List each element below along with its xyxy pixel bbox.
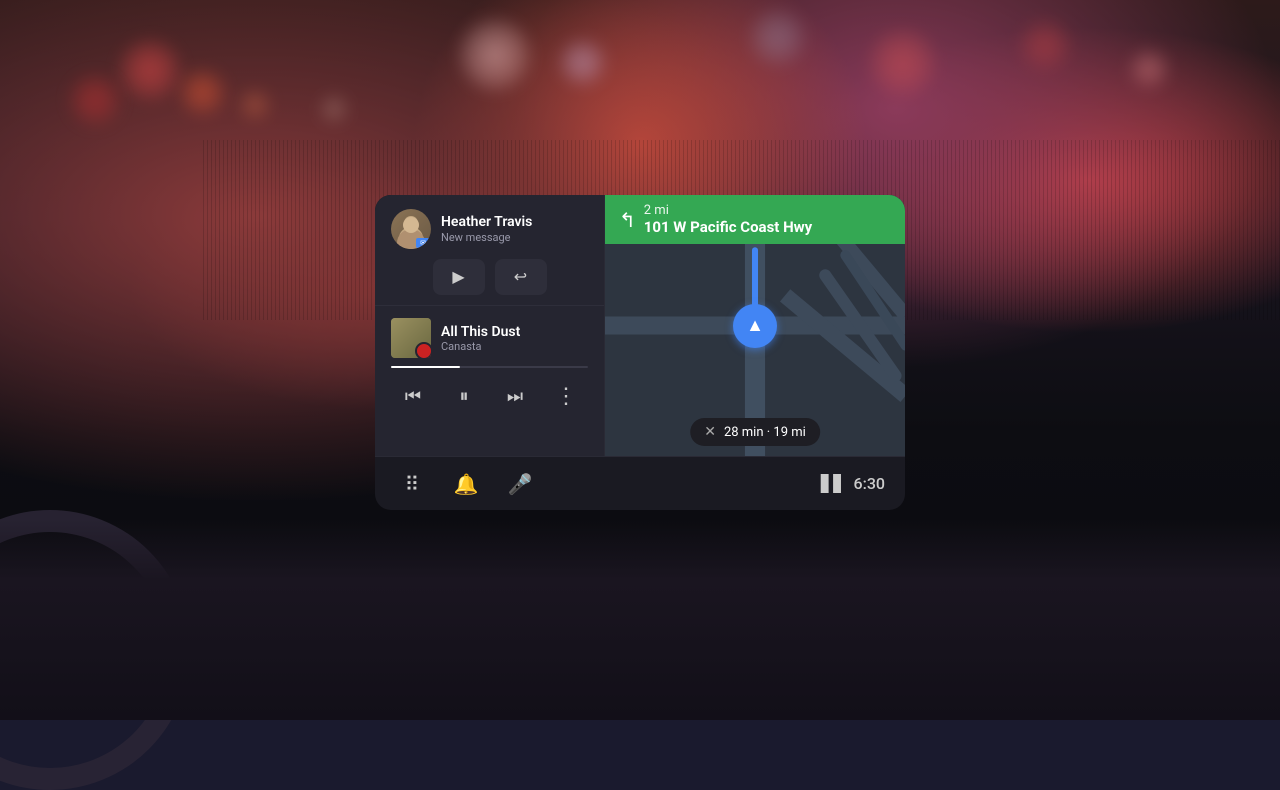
bokeh-11 — [320, 95, 348, 123]
music-card: All This Dust Canasta ⏮ ⏸ ⏭ — [375, 306, 604, 456]
eta-text: 28 min · 19 mi — [724, 425, 806, 440]
nav-header: ↰ 2 mi 101 W Pacific Coast Hwy — [605, 195, 905, 244]
bokeh-4 — [240, 90, 270, 120]
android-auto-display: ✉ Heather Travis New message ▶ ↩ — [375, 195, 905, 510]
nav-distance: 2 mi — [644, 203, 812, 218]
turn-arrow-icon: ↰ — [619, 208, 636, 232]
nav-street: 101 W Pacific Coast Hwy — [644, 218, 812, 236]
avatar-badge: ✉ — [416, 238, 430, 248]
left-panel: ✉ Heather Travis New message ▶ ↩ — [375, 195, 605, 456]
album-art — [391, 318, 431, 358]
contact-name: Heather Travis — [441, 214, 588, 231]
bokeh-1 — [120, 40, 180, 100]
eta-minutes: 28 min — [724, 425, 764, 440]
bokeh-3 — [70, 75, 120, 125]
play-icon: ▶ — [452, 267, 464, 287]
message-header: ✉ Heather Travis New message — [391, 209, 588, 249]
music-controls: ⏮ ⏸ ⏭ ⋮ — [391, 378, 588, 414]
bokeh-10 — [1130, 50, 1168, 88]
microphone-button[interactable]: 🎤 — [503, 467, 537, 501]
reply-icon: ↩ — [514, 267, 527, 287]
eta-badge: ✕ 28 min · 19 mi — [690, 418, 820, 446]
content-row: ✉ Heather Travis New message ▶ ↩ — [375, 195, 905, 456]
bell-icon: 🔔 — [454, 472, 479, 496]
music-info: All This Dust Canasta — [441, 324, 520, 353]
bokeh-6 — [560, 40, 605, 85]
avatar: ✉ — [391, 209, 431, 249]
bottom-icons: ⠿ 🔔 🎤 — [395, 467, 537, 501]
bokeh-2 — [180, 70, 225, 115]
bokeh-8 — [870, 30, 935, 95]
prev-icon: ⏮ — [405, 386, 421, 407]
signal-icon: ▋▋ — [821, 474, 846, 493]
message-card: ✉ Heather Travis New message ▶ ↩ — [375, 195, 604, 306]
notifications-button[interactable]: 🔔 — [449, 467, 483, 501]
bokeh-5 — [460, 20, 530, 90]
play-button[interactable]: ▶ — [433, 259, 485, 295]
status-area: ▋▋ 6:30 — [821, 474, 885, 493]
message-subtitle: New message — [441, 231, 588, 244]
next-icon: ⏭ — [507, 386, 523, 407]
dashboard — [0, 520, 1280, 720]
track-name: All This Dust — [441, 324, 520, 340]
next-button[interactable]: ⏭ — [497, 378, 533, 414]
nav-info: 2 mi 101 W Pacific Coast Hwy — [644, 203, 812, 236]
progress-fill — [391, 366, 460, 368]
message-info: Heather Travis New message — [441, 214, 588, 245]
bottom-bar: ⠿ 🔔 🎤 ▋▋ 6:30 — [375, 456, 905, 510]
eta-miles: 19 mi — [773, 425, 805, 440]
progress-bar — [391, 366, 588, 368]
car-arrow-icon: ▲ — [746, 315, 764, 336]
artist-name: Canasta — [441, 340, 520, 353]
music-header: All This Dust Canasta — [391, 318, 588, 358]
apps-button[interactable]: ⠿ — [395, 467, 429, 501]
car-indicator: ▲ — [733, 304, 777, 348]
more-button[interactable]: ⋮ — [548, 378, 584, 414]
pause-icon: ⏸ — [460, 386, 469, 407]
bokeh-7 — [750, 10, 805, 65]
more-icon: ⋮ — [555, 383, 577, 409]
mic-icon: 🎤 — [508, 472, 533, 496]
pause-button[interactable]: ⏸ — [446, 378, 482, 414]
apps-icon: ⠿ — [405, 472, 420, 496]
reply-button[interactable]: ↩ — [495, 259, 547, 295]
map-panel: ↰ 2 mi 101 W Pacific Coast Hwy ▲ ✕ 28 mi… — [605, 195, 905, 456]
time-display: 6:30 — [854, 474, 886, 493]
bokeh-9 — [1020, 20, 1070, 70]
prev-button[interactable]: ⏮ — [395, 378, 431, 414]
close-icon[interactable]: ✕ — [704, 424, 716, 440]
message-actions: ▶ ↩ — [391, 259, 588, 295]
